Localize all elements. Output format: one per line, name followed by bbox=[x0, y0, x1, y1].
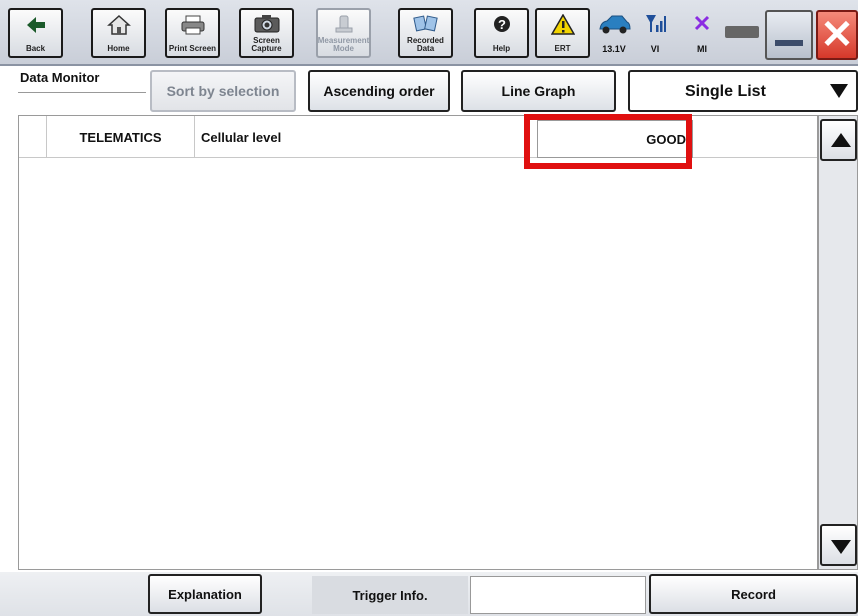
battery-icon bbox=[725, 26, 759, 38]
screen-capture-button[interactable]: Screen Capture bbox=[239, 8, 294, 58]
printer-icon bbox=[181, 15, 204, 35]
close-button[interactable]: ✕ bbox=[816, 10, 858, 60]
back-label: Back bbox=[25, 44, 46, 53]
battery-voltage-indicator: 13.1V bbox=[592, 8, 636, 58]
arrow-down-icon bbox=[831, 540, 851, 554]
mi-label: MI bbox=[697, 44, 707, 54]
footer-bar: Explanation Trigger Info. Record bbox=[0, 572, 858, 616]
row-selector[interactable] bbox=[19, 116, 47, 158]
svg-text:?: ? bbox=[498, 17, 506, 32]
print-screen-button[interactable]: Print Screen bbox=[165, 8, 220, 58]
camera-icon bbox=[254, 15, 279, 33]
ert-label: ERT bbox=[554, 44, 571, 53]
measurement-mode-button[interactable]: Measurement Mode bbox=[316, 8, 371, 58]
help-label: Help bbox=[492, 44, 511, 53]
sort-by-selection-button[interactable]: Sort by selection bbox=[150, 70, 296, 112]
help-button[interactable]: ? Help bbox=[474, 8, 529, 58]
screen-capture-label: Screen Capture bbox=[251, 36, 282, 53]
table-row[interactable]: TELEMATICS Cellular level GOOD bbox=[19, 116, 817, 158]
trigger-info-field bbox=[470, 576, 646, 614]
dropdown-arrow-icon bbox=[830, 84, 848, 98]
scroll-down-button[interactable] bbox=[820, 524, 857, 566]
home-button[interactable]: Home bbox=[91, 8, 146, 58]
help-icon: ? bbox=[493, 16, 510, 32]
recorded-data-button[interactable]: Recorded Data bbox=[398, 8, 453, 58]
vi-label: VI bbox=[650, 44, 660, 54]
ascending-order-button[interactable]: Ascending order bbox=[308, 70, 450, 112]
record-button[interactable]: Record bbox=[649, 574, 858, 614]
vertical-scrollbar[interactable] bbox=[818, 115, 858, 570]
back-button[interactable]: Back bbox=[8, 8, 63, 58]
home-icon bbox=[106, 14, 131, 35]
view-mode-select[interactable]: Single List bbox=[628, 70, 858, 112]
explanation-button[interactable]: Explanation bbox=[148, 574, 262, 614]
back-arrow-icon bbox=[26, 17, 45, 33]
highlight-annotation bbox=[524, 114, 692, 169]
vi-indicator: VI bbox=[640, 8, 670, 58]
mi-disconnected-icon bbox=[694, 15, 710, 31]
warning-icon bbox=[550, 14, 575, 35]
trigger-info-label: Trigger Info. bbox=[312, 576, 468, 614]
voltage-label: 13.1V bbox=[602, 44, 626, 54]
data-monitor-list: TELEMATICS Cellular level GOOD bbox=[18, 115, 818, 570]
row-system: TELEMATICS bbox=[47, 116, 195, 158]
line-graph-button[interactable]: Line Graph bbox=[461, 70, 616, 112]
page-title: Data Monitor bbox=[20, 70, 100, 85]
measurement-icon bbox=[335, 15, 352, 33]
close-icon: ✕ bbox=[820, 13, 854, 57]
minimize-button[interactable] bbox=[765, 10, 813, 60]
mi-indicator: MI bbox=[687, 8, 717, 58]
recorded-data-icon bbox=[412, 15, 438, 32]
scroll-up-button[interactable] bbox=[820, 119, 857, 161]
title-divider bbox=[18, 92, 146, 93]
measurement-mode-label: Measurement Mode bbox=[317, 36, 370, 53]
minimize-icon bbox=[775, 40, 803, 46]
row-item-name: Cellular level bbox=[201, 129, 282, 145]
signal-icon bbox=[646, 15, 666, 32]
arrow-up-icon bbox=[831, 133, 851, 147]
view-mode-value: Single List bbox=[685, 83, 766, 100]
toolbar: Back Home Print Screen Screen Capture Me… bbox=[0, 0, 858, 66]
ert-button[interactable]: ERT bbox=[535, 8, 590, 58]
home-label: Home bbox=[107, 44, 130, 53]
print-screen-label: Print Screen bbox=[168, 44, 217, 53]
car-icon bbox=[599, 15, 631, 34]
recorded-data-label: Recorded Data bbox=[407, 36, 444, 53]
